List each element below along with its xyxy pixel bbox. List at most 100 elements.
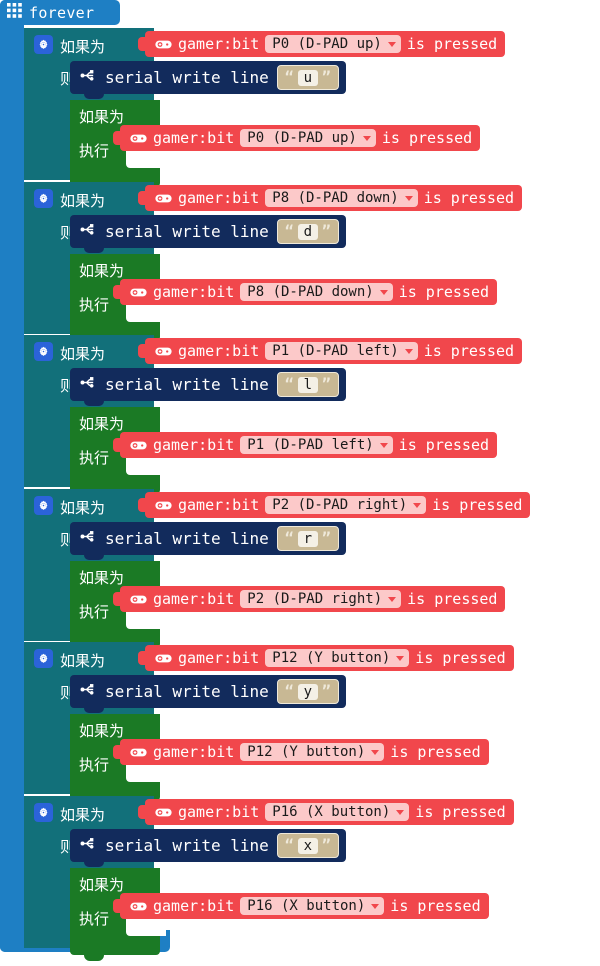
gamerbit-label: gamer:bit: [153, 129, 235, 147]
serial-write-line-block[interactable]: serial write line “ y ”: [70, 675, 346, 713]
is-pressed-label: is pressed: [432, 496, 523, 514]
inner-do-keyword-label: 执行: [79, 910, 110, 928]
inner-gamerbit-is-pressed-condition[interactable]: gamer:bit P8 (D-PAD down) is pressed: [113, 279, 498, 305]
pin-dropdown[interactable]: P12 (Y button): [240, 743, 385, 761]
gear-icon[interactable]: [34, 35, 53, 54]
serial-write-line-block[interactable]: serial write line “ r ”: [70, 522, 346, 560]
gamerbit-is-pressed-condition[interactable]: gamer:bit P16 (X button) is pressed: [138, 799, 514, 825]
quote-close-icon: ”: [321, 682, 331, 700]
pin-dropdown-value: P16 (X button): [247, 898, 366, 914]
serial-top-notch: [84, 215, 104, 220]
string-input-value[interactable]: r: [297, 530, 318, 547]
inner-gamerbit-is-pressed-condition[interactable]: gamer:bit P0 (D-PAD up) is pressed: [113, 125, 481, 151]
serial-write-line-block[interactable]: serial write line “ u ”: [70, 61, 346, 99]
if-keyword-label: 如果为: [60, 806, 106, 824]
inner-if-keyword-label: 如果为: [79, 415, 125, 433]
forever-header[interactable]: forever: [0, 0, 120, 25]
boolean-plug: [113, 131, 121, 145]
if-block-top-notch: [42, 796, 64, 801]
inner-gamerbit-is-pressed-condition[interactable]: gamer:bit P16 (X button) is pressed: [113, 893, 489, 919]
quote-close-icon: ”: [321, 222, 331, 240]
pin-dropdown[interactable]: P8 (D-PAD down): [265, 189, 418, 207]
string-input-value[interactable]: u: [297, 69, 318, 86]
gamerbit-label: gamer:bit: [178, 342, 260, 360]
inner-gamerbit-is-pressed-condition[interactable]: gamer:bit P12 (Y button) is pressed: [113, 739, 489, 765]
pin-dropdown[interactable]: P16 (X button): [265, 803, 410, 821]
gamerbit-is-pressed-condition[interactable]: gamer:bit P2 (D-PAD right) is pressed: [138, 492, 531, 518]
string-input-field[interactable]: “ u ”: [276, 65, 339, 90]
pin-dropdown[interactable]: P1 (D-PAD left): [265, 342, 418, 360]
inner-if-top-notch: [84, 561, 104, 566]
quote-close-icon: ”: [321, 68, 331, 86]
pin-dropdown[interactable]: P1 (D-PAD left): [240, 436, 393, 454]
string-input-field[interactable]: “ d ”: [276, 219, 339, 244]
pin-dropdown[interactable]: P8 (D-PAD down): [240, 283, 393, 301]
string-input-value[interactable]: y: [297, 683, 318, 700]
is-pressed-label: is pressed: [398, 283, 490, 301]
gamerbit-label: gamer:bit: [178, 803, 260, 821]
serial-write-line-block[interactable]: serial write line “ l ”: [70, 368, 346, 406]
if-then-block-1[interactable]: 如果为 则 gamer:bit P0 (D-PAD up) is pressed: [24, 28, 506, 193]
gear-icon[interactable]: [34, 342, 53, 361]
serial-write-line-block[interactable]: serial write line “ d ”: [70, 215, 346, 253]
quote-open-icon: “: [284, 375, 294, 393]
pin-dropdown-value: P8 (D-PAD down): [247, 284, 374, 300]
serial-write-line-label: serial write line: [105, 682, 269, 701]
gamerbit-is-pressed-condition[interactable]: gamer:bit P1 (D-PAD left) is pressed: [138, 338, 523, 364]
is-pressed-label: is pressed: [390, 743, 481, 761]
inner-gamerbit-is-pressed-condition[interactable]: gamer:bit P2 (D-PAD right) is pressed: [113, 586, 506, 612]
gamerbit-is-pressed-condition[interactable]: gamer:bit P0 (D-PAD up) is pressed: [138, 31, 506, 57]
quote-close-icon: ”: [321, 836, 331, 854]
gamepad-icon: [155, 496, 172, 515]
gamepad-icon: [155, 342, 172, 361]
string-input-field[interactable]: “ y ”: [276, 679, 339, 704]
if-then-block-3[interactable]: 如果为 则 gamer:bit P1 (D-PAD left) is press…: [24, 335, 523, 500]
serial-write-line-block[interactable]: serial write line “ x ”: [70, 829, 346, 867]
pin-dropdown[interactable]: P2 (D-PAD right): [265, 496, 427, 514]
gear-icon[interactable]: [34, 649, 53, 668]
forever-block[interactable]: forever 如果为 则 gamer:bit P0 (D-PAD up) is…: [0, 0, 600, 966]
if-then-block-5[interactable]: 如果为 则 gamer:bit P12 (Y button) is presse…: [24, 642, 514, 807]
gear-icon[interactable]: [34, 496, 53, 515]
string-input-value[interactable]: d: [297, 223, 318, 240]
if-keyword-label: 如果为: [60, 38, 106, 56]
gamerbit-label: gamer:bit: [178, 649, 260, 667]
inner-gamerbit-is-pressed-condition[interactable]: gamer:bit P1 (D-PAD left) is pressed: [113, 432, 498, 458]
inner-do-keyword-label: 执行: [79, 603, 110, 621]
pin-dropdown[interactable]: P0 (D-PAD up): [240, 129, 376, 147]
inner-if-top-notch: [84, 714, 104, 719]
pin-dropdown[interactable]: P12 (Y button): [265, 649, 410, 667]
boolean-plug: [138, 805, 146, 819]
if-keyword-label: 如果为: [60, 345, 106, 363]
string-input-field[interactable]: “ r ”: [276, 526, 339, 551]
forever-label: forever: [29, 3, 95, 22]
gamerbit-is-pressed-condition[interactable]: gamer:bit P12 (Y button) is pressed: [138, 645, 514, 671]
string-input-value[interactable]: l: [297, 376, 318, 393]
string-input-field[interactable]: “ x ”: [276, 833, 339, 858]
string-input-value[interactable]: x: [297, 837, 318, 854]
gear-icon[interactable]: [34, 189, 53, 208]
string-input-field[interactable]: “ l ”: [276, 372, 339, 397]
inner-if-keyword-label: 如果为: [79, 569, 125, 587]
if-block-top-notch: [42, 28, 64, 33]
serial-bottom-bump: [84, 555, 104, 560]
pin-dropdown[interactable]: P2 (D-PAD right): [240, 590, 402, 608]
if-then-block-6[interactable]: 如果为 则 gamer:bit P16 (X button) is presse…: [24, 796, 514, 961]
boolean-plug: [113, 899, 121, 913]
is-pressed-label: is pressed: [423, 189, 515, 207]
gamerbit-is-pressed-condition[interactable]: gamer:bit P8 (D-PAD down) is pressed: [138, 185, 523, 211]
is-pressed-label: is pressed: [423, 342, 515, 360]
pin-dropdown[interactable]: P0 (D-PAD up): [265, 35, 401, 53]
gamerbit-label: gamer:bit: [153, 897, 235, 915]
gear-icon[interactable]: [34, 803, 53, 822]
serial-write-line-label: serial write line: [105, 375, 269, 394]
is-pressed-label: is pressed: [381, 129, 473, 147]
inner-do-keyword-label: 执行: [79, 296, 110, 314]
if-then-block-4[interactable]: 如果为 则 gamer:bit P2 (D-PAD right) is pres…: [24, 489, 531, 654]
chevron-down-icon: [396, 809, 405, 815]
pin-dropdown-value: P1 (D-PAD left): [272, 343, 399, 359]
quote-open-icon: “: [284, 68, 294, 86]
if-then-block-2[interactable]: 如果为 则 gamer:bit P8 (D-PAD down) is press…: [24, 182, 523, 347]
pin-dropdown[interactable]: P16 (X button): [240, 897, 385, 915]
boolean-plug: [138, 191, 146, 205]
